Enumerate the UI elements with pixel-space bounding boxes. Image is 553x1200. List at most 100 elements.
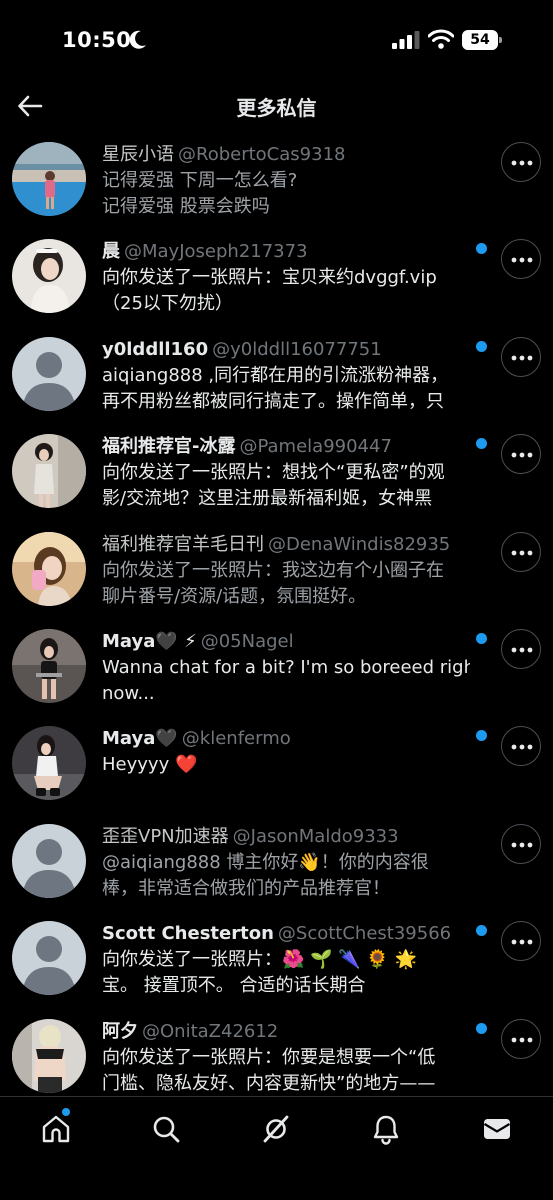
more-options-button[interactable]	[501, 239, 541, 280]
message-preview-line: 记得爱强 股票会跌吗	[102, 196, 270, 217]
page-title: 更多私信	[236, 96, 317, 120]
sender-name: 星辰小语	[102, 144, 174, 165]
wifi-icon	[428, 29, 454, 49]
more-horizontal-icon	[511, 939, 533, 945]
avatar[interactable]	[12, 823, 86, 898]
dm-content: Maya🖤 @klenfermo Heyyyy ❤️	[102, 726, 470, 778]
more-options-button[interactable]	[501, 726, 541, 767]
sender-name: 阿夕	[102, 1020, 138, 1042]
more-horizontal-icon	[511, 647, 533, 653]
home-icon	[42, 1115, 70, 1143]
dm-conversation-row[interactable]: 星辰小语 @RobertoCas9318 记得爱强 下周一怎么看? 记得爱强 股票会跌…	[0, 130, 553, 227]
tab-grok[interactable]	[260, 1113, 292, 1145]
dm-sender: Maya🖤 @klenfermo	[102, 726, 470, 752]
sender-handle: @JasonMaldo9333	[232, 825, 399, 847]
avatar[interactable]	[12, 434, 86, 509]
message-preview-line: 记得爱强 下周一怎么看?	[102, 170, 298, 191]
avatar[interactable]	[12, 628, 86, 703]
dm-content: y0lddll160 @y0lddll16077751 aiqiang888 ,同行…	[102, 337, 470, 415]
status-bar: 10:50 54	[0, 0, 553, 80]
more-options-button[interactable]	[501, 1018, 541, 1059]
more-options-button[interactable]	[501, 628, 541, 669]
search-icon	[153, 1116, 180, 1143]
dm-content: 晨 @MayJoseph217373 向你发送了一张照片：宝贝来约dvggf.vip…	[102, 239, 470, 317]
dm-conversation-row[interactable]: 福利推荐官羊毛日刊 @DenaWindis82935 向你发送了一张照片：我这边有个…	[0, 520, 553, 617]
more-horizontal-icon	[511, 842, 533, 848]
dm-content: 福利推荐官-冰露 @Pamela990447 向你发送了一张照片：想找个“更私密”的…	[102, 434, 470, 512]
sender-name: Maya🖤 ⚡	[102, 630, 197, 652]
dm-content: 阿夕 @OnitaZ42612 向你发送了一张照片：你要是想要一个“低 门槛、隐私友好…	[102, 1019, 470, 1095]
more-options-button[interactable]	[501, 823, 541, 864]
unread-dot	[476, 340, 487, 352]
battery-indicator: 54	[462, 30, 502, 50]
dm-conversation-row[interactable]: 歪歪VPN加速器 @JasonMaldo9333 @aiqiang888 博主你好👋…	[0, 812, 553, 909]
avatar[interactable]	[12, 1018, 86, 1093]
dm-sender: 歪歪VPN加速器 @JasonMaldo9333	[102, 824, 470, 850]
tab-messages[interactable]	[481, 1113, 513, 1145]
avatar[interactable]	[12, 531, 86, 606]
sender-handle: @05Nagel	[200, 630, 294, 652]
dm-content: 福利推荐官羊毛日刊 @DenaWindis82935 向你发送了一张照片：我这边有个…	[102, 532, 470, 610]
more-horizontal-icon	[511, 1037, 533, 1042]
message-preview-line: Wanna chat for a bit? I'm so boreeed rig…	[102, 656, 470, 678]
dm-sender: 阿夕 @OnitaZ42612	[102, 1019, 470, 1045]
bell-icon	[373, 1115, 399, 1145]
message-preview-line: 影/交流地？这里注册最新福利姬，女神黑	[102, 488, 433, 510]
more-horizontal-icon	[511, 160, 533, 166]
bottom-tab-bar	[0, 1096, 553, 1200]
sender-handle: @Pamela990447	[239, 436, 392, 458]
more-options-button[interactable]	[501, 336, 541, 377]
unread-dot	[476, 925, 487, 937]
more-horizontal-icon	[511, 744, 533, 750]
sender-name: 福利推荐官-冰露	[102, 436, 236, 458]
dm-conversation-row[interactable]: Maya🖤 @klenfermo Heyyyy ❤️	[0, 714, 553, 811]
dm-conversation-row[interactable]: 阿夕 @OnitaZ42612 向你发送了一张照片：你要是想要一个“低 门槛、隐私友好…	[0, 1007, 553, 1095]
message-preview-line: Heyyyy ❤️	[102, 754, 198, 776]
do-not-disturb-moon-icon	[129, 30, 146, 49]
message-preview-line: 门槛、隐私友好、内容更新快”的地方——	[102, 1072, 436, 1094]
more-horizontal-icon	[511, 452, 533, 458]
avatar[interactable]	[12, 336, 86, 411]
tab-home[interactable]	[40, 1108, 72, 1145]
sender-name: 福利推荐官羊毛日刊	[102, 533, 264, 555]
status-time: 10:50	[62, 28, 132, 52]
dm-sender: 福利推荐官-冰露 @Pamela990447	[102, 434, 470, 460]
avatar[interactable]	[12, 239, 86, 314]
dm-sender: 晨 @MayJoseph217373	[102, 239, 470, 265]
more-options-button[interactable]	[501, 531, 541, 572]
sender-name: y0lddll160	[102, 338, 209, 360]
dm-conversation-row[interactable]: Scott Chesterton @ScottChest39566 向你发送了一张照…	[0, 909, 553, 1006]
dm-content: 星辰小语 @RobertoCas9318 记得爱强 下周一怎么看? 记得爱强 股票会跌…	[102, 142, 470, 220]
avatar[interactable]	[12, 142, 86, 216]
avatar[interactable]	[12, 726, 86, 801]
dm-conversation-row[interactable]: Maya🖤 ⚡ @05Nagel Wanna chat for a bit? I'm…	[0, 617, 553, 714]
home-notification-dot	[62, 1108, 70, 1116]
sender-handle: @y0lddll16077751	[212, 338, 382, 360]
sender-handle: @klenfermo	[181, 728, 291, 750]
sender-name: 晨	[102, 241, 120, 263]
tab-search[interactable]	[150, 1113, 182, 1145]
more-options-button[interactable]	[501, 921, 541, 962]
message-preview-line: 向你发送了一张照片：我这边有个小圈子在	[102, 559, 444, 581]
dm-content: Maya🖤 ⚡ @05Nagel Wanna chat for a bit? I'm…	[102, 629, 470, 707]
tab-notifications[interactable]	[370, 1113, 402, 1145]
dm-conversation-row[interactable]: y0lddll160 @y0lddll16077751 aiqiang888 ,同行…	[0, 325, 553, 422]
message-preview-line: （25以下勿扰）	[102, 293, 233, 315]
avatar[interactable]	[12, 921, 86, 996]
message-preview-line: 再不用粉丝都被同行搞走了。操作简单，只	[102, 390, 444, 412]
page-header: 更多私信	[0, 82, 553, 130]
sender-name: 歪歪VPN加速器	[102, 825, 229, 847]
more-options-button[interactable]	[501, 434, 541, 475]
unread-dot	[476, 438, 487, 450]
unread-dot	[476, 730, 487, 742]
dm-sender: Scott Chesterton @ScottChest39566	[102, 921, 470, 947]
message-preview-line: @aiqiang888 博主你好👋！你的内容很	[102, 851, 429, 873]
sender-handle: @MayJoseph217373	[124, 241, 308, 263]
sender-handle: @OnitaZ42612	[142, 1020, 279, 1042]
sender-handle: @RobertoCas9318	[178, 144, 346, 165]
more-horizontal-icon	[511, 257, 533, 263]
dm-conversation-row[interactable]: 福利推荐官-冰露 @Pamela990447 向你发送了一张照片：想找个“更私密”的…	[0, 422, 553, 519]
dm-conversation-row[interactable]: 晨 @MayJoseph217373 向你发送了一张照片：宝贝来约dvggf.vip…	[0, 227, 553, 324]
more-options-button[interactable]	[501, 142, 541, 182]
battery-tip	[499, 37, 502, 43]
